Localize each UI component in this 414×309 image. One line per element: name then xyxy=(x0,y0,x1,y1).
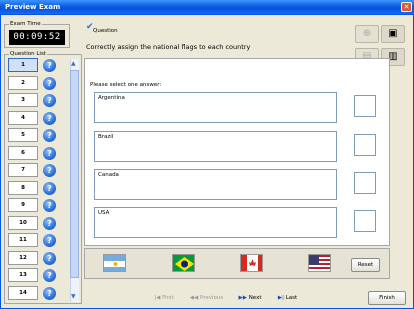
camera-button[interactable]: ▣ xyxy=(381,25,405,43)
question-list-item[interactable]: 8? xyxy=(8,180,56,195)
question-list-item[interactable]: 14? xyxy=(8,285,56,300)
question-number[interactable]: 5 xyxy=(8,128,38,142)
first-icon: |◀ xyxy=(154,295,161,301)
help-icon[interactable]: ? xyxy=(43,164,56,177)
answer-box-4[interactable]: USA xyxy=(94,207,337,238)
question-number[interactable]: 9 xyxy=(8,198,38,212)
answer-box-3[interactable]: Canada xyxy=(94,169,337,200)
scrollbar-thumb[interactable] xyxy=(70,70,79,278)
answer-label: Brazil xyxy=(98,134,114,140)
reset-button[interactable]: Reset xyxy=(351,258,380,272)
last-icon: ▶| xyxy=(277,295,284,301)
question-list-item[interactable]: 12? xyxy=(8,250,56,265)
first-label: First xyxy=(162,295,174,301)
help-icon[interactable]: ? xyxy=(43,234,56,247)
answer-label: Canada xyxy=(98,172,119,178)
question-title: Question xyxy=(93,28,118,34)
question-number[interactable]: 13 xyxy=(8,268,38,282)
help-icon[interactable]: ? xyxy=(43,76,56,90)
previous-button[interactable]: ◀◀ Previous xyxy=(185,292,228,304)
flags-bar xyxy=(84,248,390,279)
brazil-flag-icon[interactable] xyxy=(172,254,195,272)
next-label: Next xyxy=(248,295,262,301)
help-icon[interactable]: ? xyxy=(43,181,56,195)
question-list-item[interactable]: 13? xyxy=(8,268,56,282)
question-number[interactable]: 4 xyxy=(8,110,38,125)
last-button[interactable]: ▶| Last xyxy=(272,292,303,304)
question-number[interactable]: 3 xyxy=(8,93,38,107)
help-icon[interactable]: ? xyxy=(43,59,56,72)
question-list-item[interactable]: 2? xyxy=(8,75,56,90)
close-button[interactable]: ✕ xyxy=(401,2,412,12)
exam-time-label: Exam Time xyxy=(10,21,41,27)
help-icon[interactable]: ? xyxy=(43,129,56,142)
answer-box-1[interactable]: Argentina xyxy=(94,92,337,123)
scroll-up-icon[interactable]: ▲ xyxy=(71,60,76,67)
answer-label: USA xyxy=(98,210,110,216)
match-slot-2[interactable] xyxy=(354,134,376,156)
question-number[interactable]: 10 xyxy=(8,215,38,230)
exam-timer: 00:09:52 xyxy=(9,30,65,45)
question-list-item[interactable]: 1? xyxy=(8,58,56,72)
canada-flag-icon[interactable] xyxy=(240,254,263,272)
answer-prompt: Please select one answer: xyxy=(90,82,162,88)
help-icon[interactable]: ? xyxy=(43,111,56,125)
question-list-item[interactable]: 3? xyxy=(8,93,56,107)
question-list-item[interactable]: 6? xyxy=(8,145,56,160)
question-number[interactable]: 7 xyxy=(8,163,38,177)
answer-label: Argentina xyxy=(98,95,125,101)
match-slot-4[interactable] xyxy=(354,210,376,232)
question-list-item[interactable]: 7? xyxy=(8,163,56,177)
match-slot-1[interactable] xyxy=(354,95,376,117)
help-icon[interactable]: ? xyxy=(43,146,56,160)
magnifier-icon: ⊕ xyxy=(362,28,372,39)
question-number[interactable]: 2 xyxy=(8,75,38,90)
question-list-item[interactable]: 9? xyxy=(8,198,56,212)
next-button[interactable]: ▶▶ Next xyxy=(233,292,267,304)
window-titlebar: Preview Exam xyxy=(0,0,414,14)
question-list-item[interactable]: 4? xyxy=(8,110,56,125)
finish-button[interactable]: Finish xyxy=(368,291,406,305)
help-icon[interactable]: ? xyxy=(43,286,56,300)
question-number[interactable]: 11 xyxy=(8,233,38,247)
help-icon[interactable]: ? xyxy=(43,269,56,282)
match-slot-3[interactable] xyxy=(354,172,376,194)
help-icon[interactable]: ? xyxy=(43,216,56,230)
zoom-button[interactable]: ⊕ xyxy=(355,25,379,43)
previous-icon: ◀◀ xyxy=(189,295,199,301)
question-text: Correctly assign the national flags to e… xyxy=(86,43,251,51)
usa-flag-icon[interactable] xyxy=(308,254,331,272)
question-number[interactable]: 12 xyxy=(8,250,38,265)
camera-icon: ▣ xyxy=(388,28,398,39)
window-title: Preview Exam xyxy=(5,3,61,11)
last-label: Last xyxy=(285,295,298,301)
question-list-item[interactable]: 5? xyxy=(8,128,56,142)
previous-label: Previous xyxy=(199,295,224,301)
scroll-down-icon[interactable]: ▼ xyxy=(71,293,76,300)
first-button[interactable]: |◀ First xyxy=(148,292,180,304)
question-number[interactable]: 8 xyxy=(8,180,38,195)
answer-box-2[interactable]: Brazil xyxy=(94,131,337,162)
question-list-item[interactable]: 10? xyxy=(8,215,56,230)
question-list-label: Question List xyxy=(10,51,46,57)
question-number[interactable]: 1 xyxy=(8,58,38,72)
help-icon[interactable]: ? xyxy=(43,94,56,107)
close-icon: ✕ xyxy=(403,3,410,11)
question-list-item[interactable]: 11? xyxy=(8,233,56,247)
help-icon[interactable]: ? xyxy=(43,251,56,265)
help-icon[interactable]: ? xyxy=(43,199,56,212)
argentina-flag-icon[interactable] xyxy=(103,254,126,272)
next-icon: ▶▶ xyxy=(238,295,247,301)
question-number[interactable]: 14 xyxy=(8,285,38,300)
question-number[interactable]: 6 xyxy=(8,145,38,160)
